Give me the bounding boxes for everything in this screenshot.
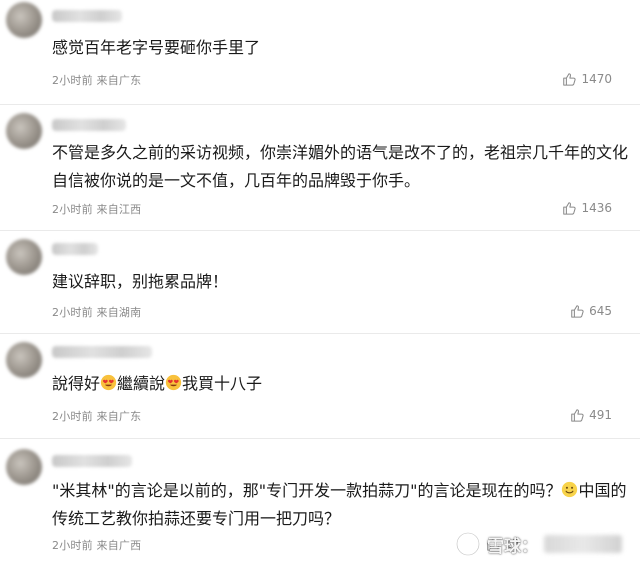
like-count: 1436 — [581, 201, 612, 215]
comment-text: 不管是多久之前的采访视频，你崇洋媚外的语气是改不了的，老祖宗几千年的文化自信被你… — [52, 143, 629, 190]
comment-location: 来自广东 — [96, 410, 142, 423]
watermark-brand: 雪球： — [487, 536, 538, 557]
comment-meta: 2小时前 来自广西 — [52, 537, 141, 553]
comment-time: 2小时前 — [52, 410, 93, 423]
comment-location: 来自湖南 — [96, 306, 142, 319]
comment-item: 說得好 繼續說 我買十八子 2小时前 来自广东 491 — [0, 334, 640, 438]
username-blurred[interactable] — [52, 243, 98, 255]
snowball-logo-icon — [455, 531, 481, 557]
comment-text-part: 繼續說 — [117, 374, 166, 393]
avatar[interactable] — [6, 2, 42, 38]
comment-text: 說得好 繼續說 我買十八子 — [52, 370, 628, 398]
comment-time: 2小时前 — [52, 74, 93, 87]
comment-meta: 2小时前 来自广东 — [52, 72, 141, 88]
like-count: 1470 — [581, 72, 612, 86]
watermark: 雪球： — [455, 531, 622, 557]
like-count: 645 — [589, 304, 612, 318]
comment-meta: 2小时前 来自广东 — [52, 408, 141, 424]
comment-text-part: "米其林"的言论是以前的，那"专门开发一款拍蒜刀"的言论是现在的吗？ — [52, 481, 562, 500]
thumbs-up-icon — [563, 202, 577, 215]
like-button[interactable]: 1436 — [562, 201, 612, 215]
thumbs-up-icon — [563, 73, 577, 86]
avatar[interactable] — [6, 113, 42, 149]
comment-location: 来自广西 — [96, 539, 142, 552]
comment-item: 建议辞职，别拖累品牌！ 2小时前 来自湖南 645 — [0, 231, 640, 333]
thumbs-up-icon — [571, 305, 584, 318]
comment-item: 不管是多久之前的采访视频，你崇洋媚外的语气是改不了的，老祖宗几千年的文化自信被你… — [0, 105, 640, 230]
avatar[interactable] — [6, 449, 42, 485]
heart-eyes-emoji-icon — [100, 374, 117, 391]
watermark-account-blurred — [544, 535, 622, 553]
comment-text: 感觉百年老字号要砸你手里了 — [52, 38, 261, 57]
comment-time: 2小时前 — [52, 539, 93, 552]
heart-eyes-emoji-icon — [165, 374, 182, 391]
like-button[interactable]: 491 — [570, 408, 612, 422]
username-blurred[interactable] — [52, 10, 122, 22]
avatar[interactable] — [6, 342, 42, 378]
smile-emoji-icon — [562, 481, 578, 498]
like-count: 491 — [589, 408, 612, 422]
thumbs-up-icon — [571, 409, 584, 422]
comment-location: 来自江西 — [96, 203, 142, 216]
comment-text: "米其林"的言论是以前的，那"专门开发一款拍蒜刀"的言论是现在的吗？ 中国的传统工… — [52, 477, 628, 533]
like-button[interactable]: 1470 — [562, 72, 612, 86]
comment-text-part: 說得好 — [52, 374, 101, 393]
comment-item: 感觉百年老字号要砸你手里了 2小时前 来自广东 1470 — [0, 0, 640, 104]
comment-meta: 2小时前 来自江西 — [52, 201, 141, 217]
comment-meta: 2小时前 来自湖南 — [52, 304, 141, 320]
like-button[interactable]: 645 — [570, 304, 612, 318]
username-blurred[interactable] — [52, 346, 152, 358]
comment-text: 建议辞职，别拖累品牌！ — [52, 272, 229, 291]
comment-time: 2小时前 — [52, 306, 93, 319]
comment-location: 来自广东 — [96, 74, 142, 87]
username-blurred[interactable] — [52, 455, 132, 467]
avatar[interactable] — [6, 239, 42, 275]
comment-time: 2小时前 — [52, 203, 93, 216]
comment-text-part: 我買十八子 — [182, 374, 263, 393]
username-blurred[interactable] — [52, 119, 126, 131]
